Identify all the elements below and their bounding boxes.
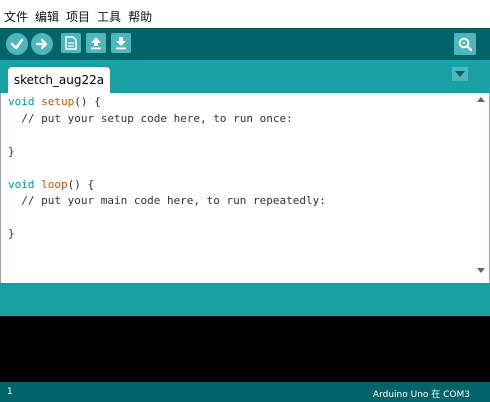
- menu-sketch[interactable]: 项目: [66, 8, 90, 28]
- console-output[interactable]: [0, 316, 490, 382]
- save-icon: [116, 37, 126, 50]
- code-line: void setup() {: [8, 95, 101, 109]
- function-name: setup: [41, 95, 75, 108]
- tab-bar: sketch_aug22a: [0, 60, 490, 93]
- keyword: void: [8, 178, 35, 191]
- upload-button[interactable]: [31, 33, 53, 55]
- scroll-down-icon[interactable]: [477, 268, 485, 273]
- board-port-info: Arduino Uno 在 COM3: [372, 390, 470, 400]
- toolbar: [0, 28, 490, 61]
- message-bar: [0, 283, 490, 316]
- line-number: 1: [7, 387, 13, 397]
- open-icon: [91, 37, 101, 50]
- tab-sketch[interactable]: sketch_aug22a: [8, 67, 110, 93]
- code-text: () {: [67, 178, 95, 191]
- scroll-up-icon[interactable]: [477, 97, 485, 102]
- menu-tools[interactable]: 工具: [97, 8, 121, 28]
- function-name: loop: [41, 178, 68, 191]
- open-button[interactable]: [86, 33, 106, 53]
- code-line: // put your main code here, to run repea…: [8, 194, 326, 207]
- code-line: void loop() {: [8, 178, 94, 192]
- verify-button[interactable]: [6, 33, 28, 55]
- status-bar: 1 Arduino Uno 在 COM3: [0, 382, 490, 402]
- save-button[interactable]: [111, 33, 131, 53]
- serial-monitor-button[interactable]: [454, 33, 476, 55]
- code-line: }: [8, 145, 15, 158]
- new-icon: [65, 36, 77, 50]
- menu-bar: 文件 编辑 项目 工具 帮助: [0, 0, 490, 28]
- keyword: void: [8, 95, 35, 108]
- menu-edit[interactable]: 编辑: [35, 8, 59, 28]
- triangle-down-icon: [455, 71, 465, 77]
- code-editor[interactable]: void setup() { // put your setup code he…: [2, 93, 472, 281]
- verify-icon: [10, 38, 24, 50]
- menu-file[interactable]: 文件: [4, 8, 28, 28]
- code-line: // put your setup code here, to run once…: [8, 112, 293, 125]
- tab-menu-button[interactable]: [452, 67, 468, 81]
- menu-help[interactable]: 帮助: [128, 8, 152, 28]
- upload-icon: [35, 38, 48, 50]
- code-text: () {: [74, 95, 101, 108]
- editor-scrollbar[interactable]: [473, 93, 489, 281]
- new-button[interactable]: [61, 33, 81, 53]
- serial-monitor-icon: [458, 37, 473, 52]
- code-line: }: [8, 227, 15, 240]
